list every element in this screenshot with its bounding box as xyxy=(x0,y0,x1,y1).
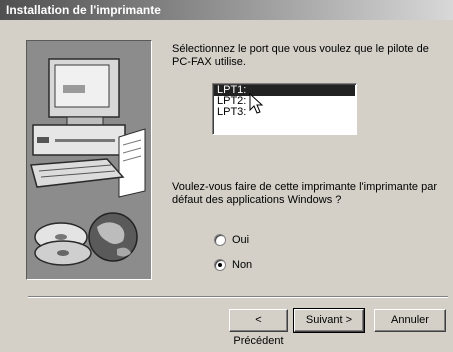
radio-oui[interactable]: Oui xyxy=(214,233,249,247)
back-button[interactable]: < Précédent xyxy=(229,309,288,347)
radio-button-non[interactable] xyxy=(214,259,226,271)
window-title: Installation de l'imprimante xyxy=(0,0,453,20)
computer-printer-cd-icon xyxy=(27,41,151,279)
wizard-illustration xyxy=(26,40,152,280)
port-prompt: Sélectionnez le port que vous voulez que… xyxy=(172,43,429,68)
port-listbox[interactable]: LPT1: LPT2: LPT3: xyxy=(212,83,357,135)
port-option-lpt3[interactable]: LPT3: xyxy=(213,107,356,118)
mouse-pointer-icon xyxy=(249,93,264,114)
default-printer-prompt: Voulez-vous faire de cette imprimante l'… xyxy=(172,181,437,206)
installer-window: Installation de l'imprimante Sélectionne… xyxy=(0,0,453,347)
radio-label-non: Non xyxy=(232,259,253,271)
radio-non[interactable]: Non xyxy=(214,258,252,272)
radio-selected-dot xyxy=(218,263,222,267)
cancel-button[interactable]: Annuler xyxy=(374,309,446,332)
radio-label-oui: Oui xyxy=(232,234,250,246)
radio-button-oui[interactable] xyxy=(214,234,226,246)
next-button[interactable]: Suivant > xyxy=(293,308,365,333)
button-separator xyxy=(28,296,448,298)
